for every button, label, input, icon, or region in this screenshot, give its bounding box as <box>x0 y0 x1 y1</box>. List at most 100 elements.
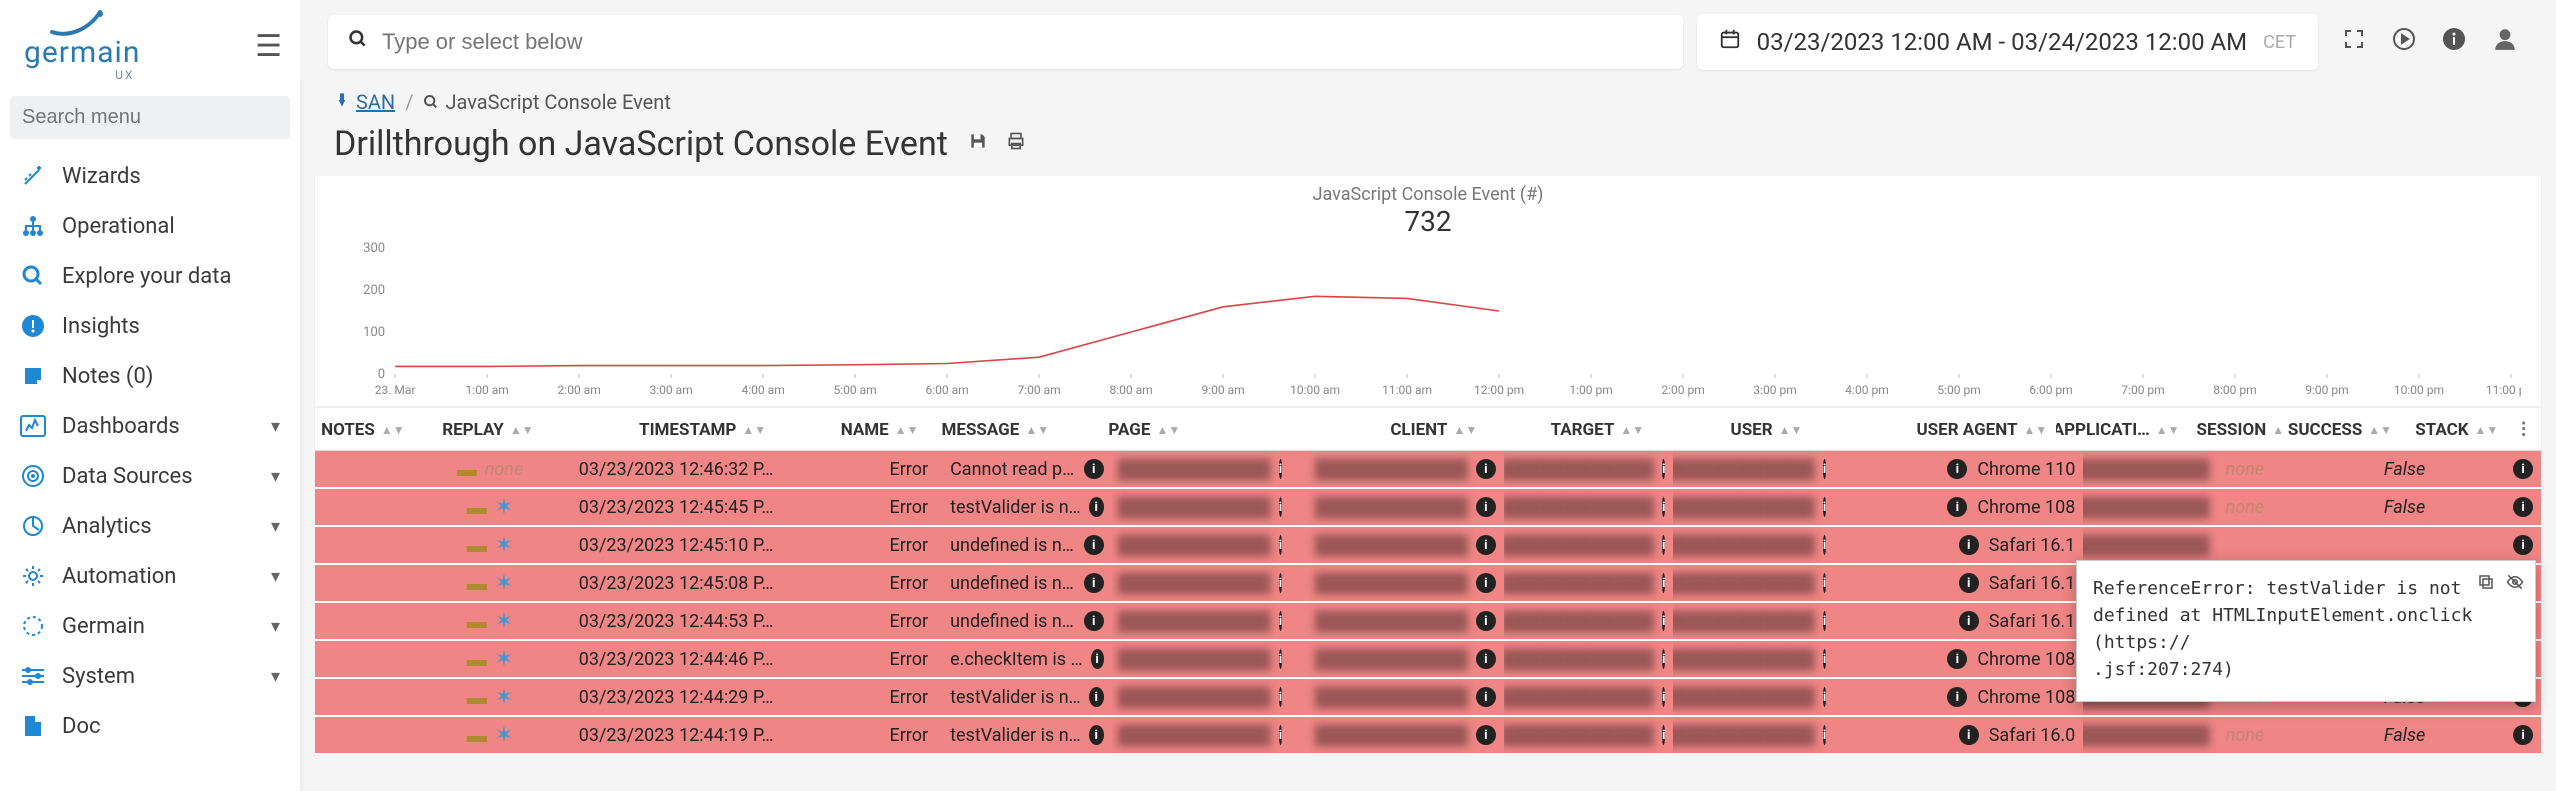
note-icon[interactable]: ▬ <box>467 495 487 520</box>
replay-icon[interactable]: ✶ <box>495 571 513 596</box>
col-success[interactable]: SUCCESS ▲▼ <box>2285 408 2400 450</box>
info-dot-icon[interactable]: i <box>1089 497 1104 517</box>
sidebar-item-notes-0-[interactable]: Notes (0) <box>0 351 300 401</box>
sidebar-item-wizards[interactable]: Wizards <box>0 151 300 201</box>
save-icon[interactable] <box>968 131 988 157</box>
info-dot-icon[interactable]: i <box>1279 725 1282 745</box>
col-client[interactable]: CLIENT ▲▼ <box>1275 408 1485 450</box>
info-dot-icon[interactable]: i <box>1476 573 1496 593</box>
info-dot-icon[interactable]: i <box>1084 573 1104 593</box>
info-dot-icon[interactable]: i <box>1823 535 1826 555</box>
info-dot-icon[interactable]: i <box>2513 459 2533 479</box>
table-row[interactable]: ▬none03/23/2023 12:46:32 P…ErrorCannot r… <box>315 451 2541 489</box>
hamburger-icon[interactable]: ☰ <box>255 29 282 64</box>
info-icon[interactable] <box>2442 27 2466 58</box>
info-dot-icon[interactable]: i <box>1476 649 1496 669</box>
info-dot-icon[interactable]: i <box>1279 611 1282 631</box>
chart-svg[interactable]: 010020030023. Mar1:00 am2:00 am3:00 am4:… <box>335 242 2521 402</box>
table-row[interactable]: ▬✶03/23/2023 12:44:19 P…ErrortestValider… <box>315 717 2541 755</box>
info-dot-icon[interactable]: i <box>1959 573 1979 593</box>
info-dot-icon[interactable]: i <box>1279 687 1282 707</box>
col-message[interactable]: MESSAGE ▲▼ <box>933 408 1100 450</box>
info-dot-icon[interactable]: i <box>1662 725 1665 745</box>
col-target[interactable]: TARGET ▲▼ <box>1485 408 1652 450</box>
sidebar-item-insights[interactable]: Insights <box>0 301 300 351</box>
info-dot-icon[interactable]: i <box>1662 459 1665 479</box>
info-dot-icon[interactable]: i <box>1279 649 1282 669</box>
col-user[interactable]: USER ▲▼ <box>1652 408 1810 450</box>
info-dot-icon[interactable]: i <box>1089 725 1104 745</box>
col-useragent[interactable]: USER AGENT ▲▼ <box>1810 408 2055 450</box>
sidebar-search-input[interactable] <box>10 96 290 139</box>
info-dot-icon[interactable]: i <box>1959 611 1979 631</box>
replay-icon[interactable]: ✶ <box>495 609 513 634</box>
sidebar-item-germain[interactable]: Germain▾ <box>0 601 300 651</box>
col-replay[interactable]: REPLAY ▲▼ <box>413 408 563 450</box>
note-icon[interactable]: ▬ <box>457 457 477 482</box>
info-dot-icon[interactable]: i <box>1476 687 1496 707</box>
info-dot-icon[interactable]: i <box>1084 535 1104 555</box>
info-dot-icon[interactable]: i <box>1084 459 1104 479</box>
table-row[interactable]: ▬✶03/23/2023 12:45:45 P…ErrortestValider… <box>315 489 2541 527</box>
info-dot-icon[interactable]: i <box>1823 459 1826 479</box>
info-dot-icon[interactable]: i <box>1662 497 1665 517</box>
info-dot-icon[interactable]: i <box>1823 649 1826 669</box>
info-dot-icon[interactable]: i <box>1823 725 1826 745</box>
col-notes[interactable]: NOTES ▲▼ <box>315 408 413 450</box>
brand-logo[interactable]: germain UX <box>24 10 140 82</box>
info-dot-icon[interactable]: i <box>1476 725 1496 745</box>
info-dot-icon[interactable]: i <box>1279 573 1282 593</box>
note-icon[interactable]: ▬ <box>467 647 487 672</box>
info-dot-icon[interactable]: i <box>1823 611 1826 631</box>
col-stack[interactable]: STACK ▲▼ <box>2400 408 2506 450</box>
col-name[interactable]: NAME ▲▼ <box>782 408 932 450</box>
sidebar-item-automation[interactable]: Automation▾ <box>0 551 300 601</box>
sidebar-item-explore-your-data[interactable]: Explore your data <box>0 251 300 301</box>
info-dot-icon[interactable]: i <box>1662 649 1665 669</box>
info-dot-icon[interactable]: i <box>1279 459 1282 479</box>
info-dot-icon[interactable]: i <box>1959 535 1979 555</box>
sidebar-item-doc[interactable]: Doc <box>0 701 300 751</box>
col-session[interactable]: SESSION ▲▼ <box>2188 408 2286 450</box>
info-dot-icon[interactable]: i <box>1662 611 1665 631</box>
replay-icon[interactable]: ✶ <box>495 723 513 748</box>
col-page[interactable]: PAGE ▲▼ <box>1099 408 1275 450</box>
info-dot-icon[interactable]: i <box>1947 687 1967 707</box>
info-dot-icon[interactable]: i <box>1947 459 1967 479</box>
info-dot-icon[interactable]: i <box>1947 497 1967 517</box>
sidebar-item-data-sources[interactable]: Data Sources▾ <box>0 451 300 501</box>
replay-icon[interactable]: ✶ <box>495 685 513 710</box>
info-dot-icon[interactable]: i <box>1476 459 1496 479</box>
col-applicati[interactable]: APPLICATI… ▲▼ <box>2055 408 2187 450</box>
info-dot-icon[interactable]: i <box>1662 687 1665 707</box>
info-dot-icon[interactable]: i <box>1476 611 1496 631</box>
info-dot-icon[interactable]: i <box>1947 649 1967 669</box>
replay-icon[interactable]: ✶ <box>495 533 513 558</box>
info-dot-icon[interactable]: i <box>1662 573 1665 593</box>
replay-icon[interactable]: ✶ <box>495 495 513 520</box>
info-dot-icon[interactable]: i <box>1823 573 1826 593</box>
col-timestamp[interactable]: TIMESTAMP ▲▼ <box>562 408 782 450</box>
date-range[interactable]: 03/23/2023 12:00 AM - 03/24/2023 12:00 A… <box>1697 14 2318 70</box>
sidebar-item-dashboards[interactable]: Dashboards▾ <box>0 401 300 451</box>
info-dot-icon[interactable]: i <box>2513 497 2533 517</box>
info-dot-icon[interactable]: i <box>1959 725 1979 745</box>
note-icon[interactable]: ▬ <box>467 533 487 558</box>
hide-icon[interactable] <box>2505 569 2525 599</box>
replay-icon[interactable]: ✶ <box>495 647 513 672</box>
sidebar-item-system[interactable]: System▾ <box>0 651 300 701</box>
note-icon[interactable]: ▬ <box>467 571 487 596</box>
user-icon[interactable] <box>2492 26 2518 59</box>
info-dot-icon[interactable]: i <box>1091 649 1104 669</box>
info-dot-icon[interactable]: i <box>1823 687 1826 707</box>
info-dot-icon[interactable]: i <box>1089 687 1104 707</box>
info-dot-icon[interactable]: i <box>2513 725 2533 745</box>
note-icon[interactable]: ▬ <box>467 685 487 710</box>
info-dot-icon[interactable]: i <box>1476 535 1496 555</box>
fullscreen-icon[interactable] <box>2342 27 2366 58</box>
info-dot-icon[interactable]: i <box>1279 497 1282 517</box>
info-dot-icon[interactable]: i <box>2513 535 2533 555</box>
info-dot-icon[interactable]: i <box>1476 497 1496 517</box>
sidebar-item-operational[interactable]: Operational <box>0 201 300 251</box>
sidebar-item-analytics[interactable]: Analytics▾ <box>0 501 300 551</box>
